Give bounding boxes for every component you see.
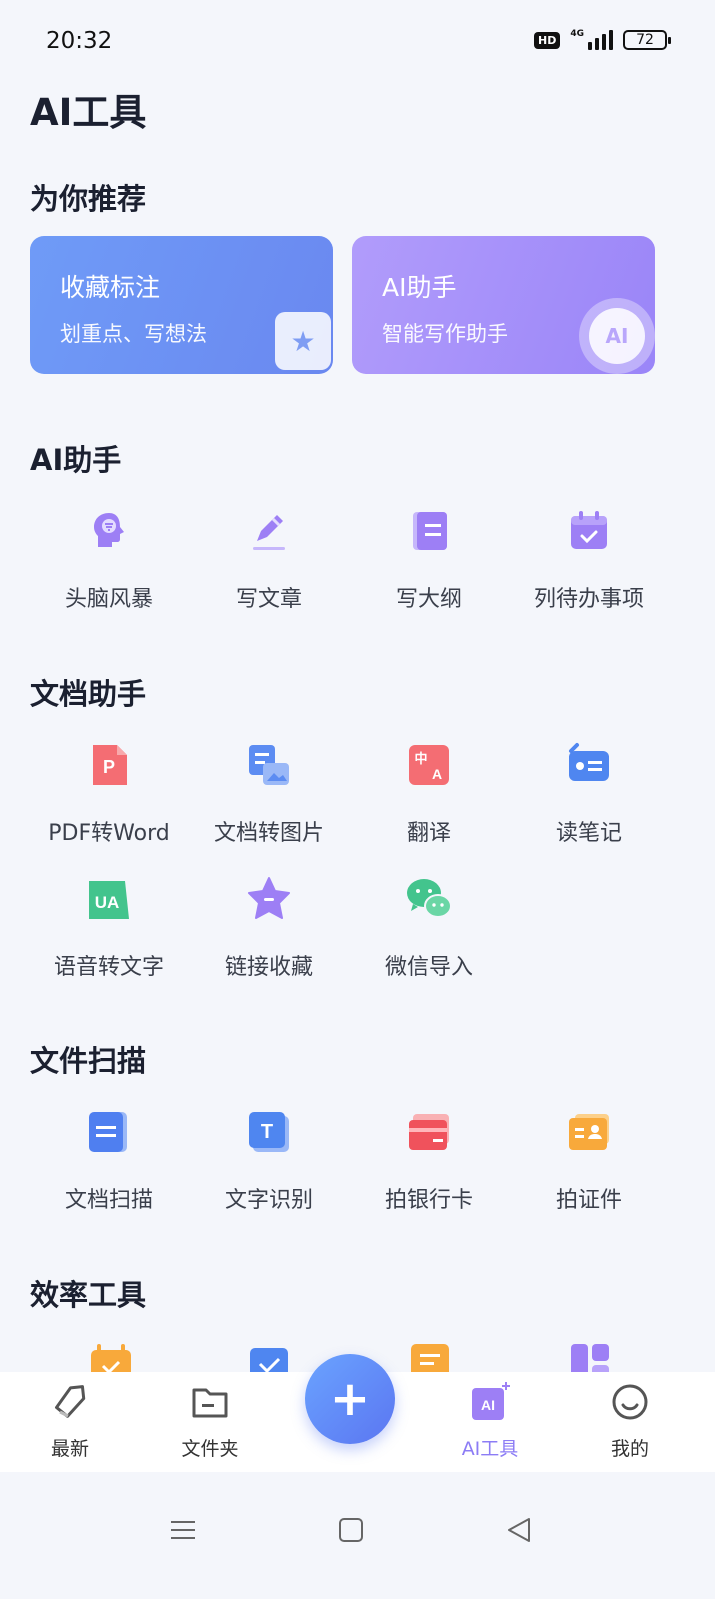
recommend-title: 为你推荐 xyxy=(30,182,147,216)
ai-badge-icon: AI xyxy=(579,298,655,374)
nav-item-folder[interactable]: 文件夹 xyxy=(160,1382,260,1461)
nav-label: 文件夹 xyxy=(181,1438,239,1460)
battery-icon: 72 xyxy=(623,30,671,50)
svg-text:中: 中 xyxy=(414,751,427,767)
tool-link-favorite[interactable]: 链接收藏 xyxy=(189,875,349,985)
tool-voice-to-text[interactable]: UA 语音转文字 xyxy=(29,875,189,985)
nav-label: 最新 xyxy=(50,1438,89,1460)
pdf-icon: P xyxy=(85,741,133,789)
tool-label: 列待办事项 xyxy=(533,587,644,612)
link-star-icon xyxy=(245,875,293,923)
system-nav-bar xyxy=(0,1500,715,1560)
tool-label: 拍证件 xyxy=(555,1188,622,1213)
tool-label: 头脑风暴 xyxy=(64,587,153,612)
tool-label: 微信导入 xyxy=(384,955,473,980)
smile-icon xyxy=(610,1382,650,1422)
svg-text:UA: UA xyxy=(95,893,120,912)
tool-brainstorm[interactable]: 头脑风暴 xyxy=(29,507,189,617)
tool-read-notes[interactable]: 读笔记 xyxy=(509,741,669,851)
section-title-file-scan: 文件扫描 xyxy=(30,1044,147,1078)
tool-label: 拍银行卡 xyxy=(384,1188,473,1213)
tool-label: 读笔记 xyxy=(555,821,622,846)
tool-text-recognition[interactable]: T 文字识别 xyxy=(189,1108,349,1218)
add-button[interactable]: + xyxy=(305,1354,395,1444)
svg-text:AI: AI xyxy=(481,1397,495,1413)
recommend-card-subtitle: 划重点、写想法 xyxy=(60,322,207,346)
tool-label: 文档转图片 xyxy=(213,821,324,846)
star-icon: ★ xyxy=(261,300,331,370)
tool-label: 语音转文字 xyxy=(53,955,164,980)
tool-label: 写文章 xyxy=(235,587,302,612)
tool-pdf-to-word[interactable]: P PDF转Word xyxy=(29,741,189,851)
tool-label: 文档扫描 xyxy=(64,1188,153,1213)
recommend-card-ai-assistant[interactable]: AI助手 智能写作助手 AI xyxy=(352,236,655,374)
tool-doc-scan[interactable]: 文档扫描 xyxy=(29,1108,189,1218)
tool-id-card[interactable]: 拍证件 xyxy=(509,1108,669,1218)
svg-text:A: A xyxy=(432,766,442,782)
svg-text:P: P xyxy=(103,757,115,777)
tool-label: 文字识别 xyxy=(224,1188,313,1213)
tool-doc-to-image[interactable]: 文档转图片 xyxy=(189,741,349,851)
tool-write-outline[interactable]: 写大纲 xyxy=(349,507,509,617)
tag-icon xyxy=(50,1382,90,1422)
ai-tools-icon: AI xyxy=(470,1382,510,1422)
recommend-card-title: AI助手 xyxy=(382,273,457,302)
home-icon[interactable] xyxy=(331,1510,371,1550)
status-time: 20:32 xyxy=(46,28,113,54)
doc-scan-icon xyxy=(85,1108,133,1156)
pencil-icon xyxy=(245,507,293,555)
tool-write-article[interactable]: 写文章 xyxy=(189,507,349,617)
folder-icon xyxy=(190,1382,230,1422)
status-bar: 20:32 HD 4G 72 xyxy=(0,0,715,84)
nav-item-latest[interactable]: 最新 xyxy=(20,1382,120,1461)
tool-label: PDF转Word xyxy=(48,821,170,846)
back-icon[interactable] xyxy=(499,1510,539,1550)
wechat-icon xyxy=(405,875,453,923)
signal-icon xyxy=(588,30,613,50)
tool-translate[interactable]: 中A 翻译 xyxy=(349,741,509,851)
tool-label: 链接收藏 xyxy=(224,955,313,980)
menu-icon[interactable] xyxy=(163,1510,203,1550)
section-title-ai-assistant: AI助手 xyxy=(30,443,122,477)
doc-to-image-icon xyxy=(245,741,293,789)
brain-icon xyxy=(85,507,133,555)
recommend-card-subtitle: 智能写作助手 xyxy=(382,322,508,346)
svg-text:T: T xyxy=(261,1121,273,1143)
nav-item-profile[interactable]: 我的 xyxy=(580,1382,680,1461)
nav-item-ai-tools[interactable]: AI AI工具 xyxy=(440,1382,540,1461)
section-title-efficiency-tools: 效率工具 xyxy=(30,1278,147,1312)
status-icons: HD 4G 72 xyxy=(534,29,671,50)
tool-bank-card[interactable]: 拍银行卡 xyxy=(349,1108,509,1218)
nav-label: 我的 xyxy=(610,1438,649,1460)
recommend-card-title: 收藏标注 xyxy=(60,273,161,302)
tool-label: 翻译 xyxy=(406,821,451,846)
text-recognition-icon: T xyxy=(245,1108,293,1156)
translate-icon: 中A xyxy=(405,741,453,789)
outline-icon xyxy=(405,507,453,555)
section-title-doc-assistant: 文档助手 xyxy=(30,677,147,711)
network-type: 4G xyxy=(570,29,584,39)
tool-label: 写大纲 xyxy=(395,587,462,612)
calendar-check-icon xyxy=(565,507,613,555)
nav-label: AI工具 xyxy=(461,1438,519,1460)
recommend-card-bookmark[interactable]: 收藏标注 划重点、写想法 ★ xyxy=(30,236,333,374)
read-notes-icon xyxy=(565,741,613,789)
id-card-icon xyxy=(565,1108,613,1156)
tool-todo-list[interactable]: 列待办事项 xyxy=(509,507,669,617)
voice-to-text-icon: UA xyxy=(85,875,133,923)
hd-badge: HD xyxy=(534,31,561,49)
tool-wechat-import[interactable]: 微信导入 xyxy=(349,875,509,985)
bank-card-icon xyxy=(405,1108,453,1156)
page-title: AI工具 xyxy=(30,91,147,134)
